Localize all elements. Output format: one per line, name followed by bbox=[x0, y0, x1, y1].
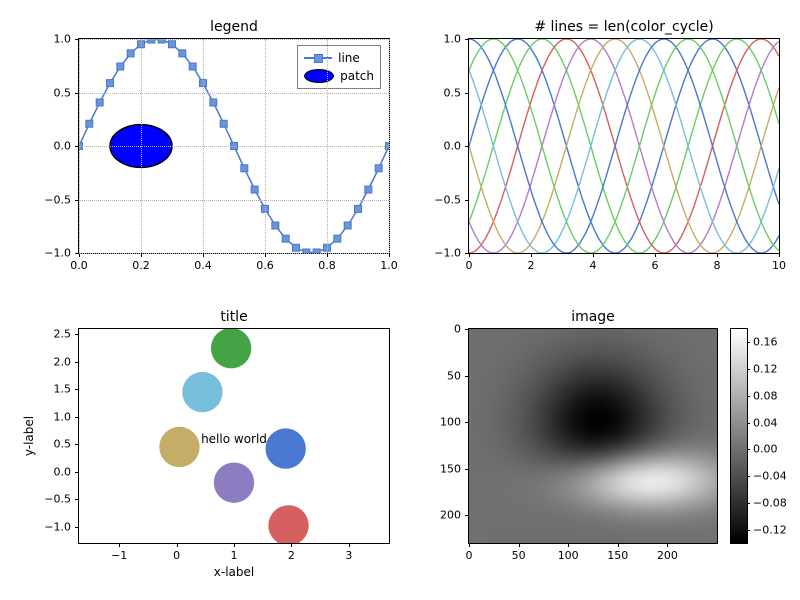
ytick: 0.0 bbox=[54, 140, 80, 153]
xtick: 10 bbox=[772, 253, 786, 272]
subplot-image: image 050100150200050100150200 −0.12−0.0… bbox=[410, 300, 790, 590]
colorbar-tick: 0.08 bbox=[747, 389, 778, 402]
subplot-title-1: # lines = len(color_cycle) bbox=[469, 19, 779, 35]
colorbar-tick: −0.08 bbox=[747, 496, 787, 509]
ytick: 0.0 bbox=[54, 465, 80, 478]
xtick: 2 bbox=[288, 543, 295, 562]
colorbar-tick: 0.12 bbox=[747, 363, 778, 376]
ytick: 50 bbox=[447, 369, 469, 382]
xtick: 0.4 bbox=[194, 253, 212, 272]
subplot-colorcycle: # lines = len(color_cycle) 0246810−1.0−0… bbox=[410, 10, 790, 290]
xtick: 100 bbox=[558, 543, 579, 562]
legend-box: line patch bbox=[297, 45, 381, 89]
subplot-legend: legend line patch 0.0 0.2 0.4 0.6 0.8 1.0 −1.0… bbox=[20, 10, 400, 290]
colorbar: −0.12−0.08−0.040.000.040.080.120.16 bbox=[730, 328, 748, 544]
heatmap-canvas bbox=[469, 329, 717, 543]
xtick: 200 bbox=[657, 543, 678, 562]
colorbar-canvas bbox=[731, 329, 747, 543]
colorbar-tick: −0.12 bbox=[747, 523, 787, 536]
legend-entry-line: line bbox=[304, 49, 374, 67]
plot-area-1: # lines = len(color_cycle) 0246810−1.0−0… bbox=[468, 38, 780, 254]
xtick: 1.0 bbox=[380, 253, 398, 272]
xtick: 1 bbox=[231, 543, 238, 562]
ytick: −0.5 bbox=[44, 493, 79, 506]
subplot-title-2: title bbox=[79, 309, 389, 325]
ytick: 2.0 bbox=[54, 355, 80, 368]
ytick: −0.5 bbox=[44, 193, 79, 206]
figure: legend line patch 0.0 0.2 0.4 0.6 0.8 1.0 −1.0… bbox=[0, 0, 800, 600]
xtick: 3 bbox=[345, 543, 352, 562]
xtick: 0.8 bbox=[318, 253, 336, 272]
ytick: 150 bbox=[440, 462, 469, 475]
xtick: 50 bbox=[512, 543, 526, 562]
ytick: −1.0 bbox=[434, 247, 469, 260]
subplot-title-3: image bbox=[469, 309, 717, 325]
plot-area-2: title x-label y-label hello world −10123… bbox=[78, 328, 390, 544]
xtick: 0 bbox=[466, 543, 473, 562]
subplot-scatter: title x-label y-label hello world −1 0 1 2 3… bbox=[20, 300, 400, 590]
ytick: 1.0 bbox=[54, 410, 80, 423]
ytick: 0 bbox=[454, 323, 469, 336]
xtick: 0 bbox=[173, 543, 180, 562]
xtick: 150 bbox=[607, 543, 628, 562]
plot-area-3: image 050100150200050100150200 bbox=[468, 328, 718, 544]
colorbar-tick: −0.04 bbox=[747, 470, 787, 483]
colorbar-tick: 0.04 bbox=[747, 416, 778, 429]
legend-entry-patch: patch bbox=[304, 67, 374, 85]
ytick: 0.5 bbox=[444, 86, 470, 99]
plot-svg-1 bbox=[469, 39, 779, 253]
ytick: 2.5 bbox=[54, 328, 80, 341]
colorbar-tick: 0.16 bbox=[747, 336, 778, 349]
xtick: 8 bbox=[714, 253, 721, 272]
xlabel-2: x-label bbox=[79, 565, 389, 579]
legend-label-patch: patch bbox=[340, 69, 374, 83]
legend-label-line: line bbox=[338, 51, 360, 65]
xtick: 6 bbox=[652, 253, 659, 272]
ylabel-2: y-label bbox=[22, 416, 36, 456]
legend-swatch-patch bbox=[304, 69, 334, 83]
xtick: 0.6 bbox=[256, 253, 274, 272]
ytick: 1.5 bbox=[54, 383, 80, 396]
xtick: 0.2 bbox=[132, 253, 150, 272]
ytick: 1.0 bbox=[54, 33, 80, 46]
ytick: 0.5 bbox=[54, 438, 80, 451]
annotation-text: hello world bbox=[201, 432, 267, 446]
plot-area-0: legend line patch 0.00.20.40.60.81.0−1.0… bbox=[78, 38, 390, 254]
colorbar-tick: 0.00 bbox=[747, 443, 778, 456]
ytick: 200 bbox=[440, 509, 469, 522]
ytick: 100 bbox=[440, 416, 469, 429]
ytick: −1.0 bbox=[44, 247, 79, 260]
xtick: 2 bbox=[528, 253, 535, 272]
subplot-title-0: legend bbox=[79, 19, 389, 35]
xtick: 4 bbox=[590, 253, 597, 272]
ytick: −1.0 bbox=[44, 520, 79, 533]
ytick: 0.0 bbox=[444, 140, 470, 153]
xtick: −1 bbox=[111, 543, 127, 562]
ytick: −0.5 bbox=[434, 193, 469, 206]
ytick: 1.0 bbox=[444, 33, 470, 46]
ytick: 0.5 bbox=[54, 86, 80, 99]
